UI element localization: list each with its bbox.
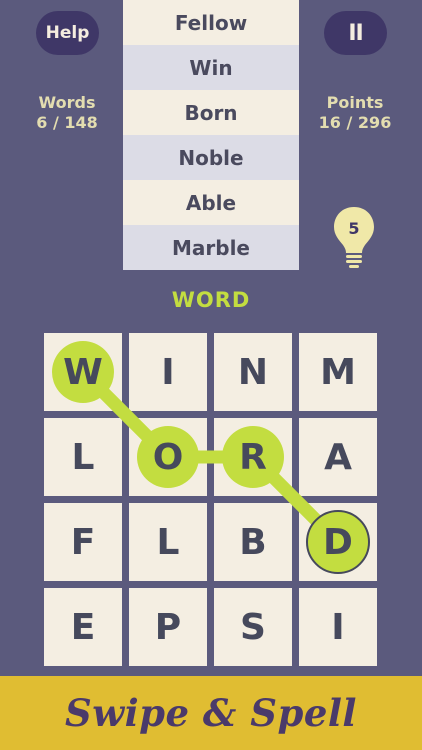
found-word: Able (123, 180, 299, 225)
selected-letter: O (152, 436, 184, 478)
help-button[interactable]: Help (36, 11, 99, 55)
points-label: Points (326, 93, 384, 112)
letter-tile[interactable]: A (299, 418, 377, 496)
points-value: 16 / 296 (318, 113, 392, 132)
letter-tile[interactable]: I (299, 588, 377, 666)
hint-count: 5 (348, 219, 360, 238)
title-banner: Swipe & Spell (0, 676, 422, 750)
letter-tile[interactable]: I (129, 333, 207, 411)
points-stat: Points 16 / 296 (300, 93, 410, 133)
letter-tile[interactable]: S (214, 588, 292, 666)
letter-tile[interactable]: L (129, 503, 207, 581)
banner-title: Swipe & Spell (65, 691, 357, 735)
pause-button[interactable]: II (324, 11, 387, 55)
found-word: Win (123, 45, 299, 90)
found-word: Marble (123, 225, 299, 270)
letter-grid[interactable]: INMLAFLBEPSIWORD (44, 333, 379, 666)
selected-letter: D (323, 521, 353, 563)
letter-tile[interactable]: L (44, 418, 122, 496)
found-word: Born (123, 90, 299, 135)
letter-tile[interactable]: P (129, 588, 207, 666)
letter-tile[interactable]: E (44, 588, 122, 666)
letter-tile[interactable]: M (299, 333, 377, 411)
found-words-list: Fellow Win Born Noble Able Marble (123, 0, 299, 270)
words-value: 6 / 148 (36, 113, 98, 132)
selected-letter: R (239, 436, 267, 478)
words-label: Words (38, 93, 96, 112)
letter-tile[interactable]: B (214, 503, 292, 581)
hint-button[interactable]: 5 (331, 205, 377, 269)
current-word: WORD (171, 288, 251, 312)
letter-tile[interactable]: F (44, 503, 122, 581)
selected-letter: W (63, 351, 103, 393)
found-word: Fellow (123, 0, 299, 45)
letter-tile[interactable]: N (214, 333, 292, 411)
words-stat: Words 6 / 148 (12, 93, 122, 133)
found-word: Noble (123, 135, 299, 180)
